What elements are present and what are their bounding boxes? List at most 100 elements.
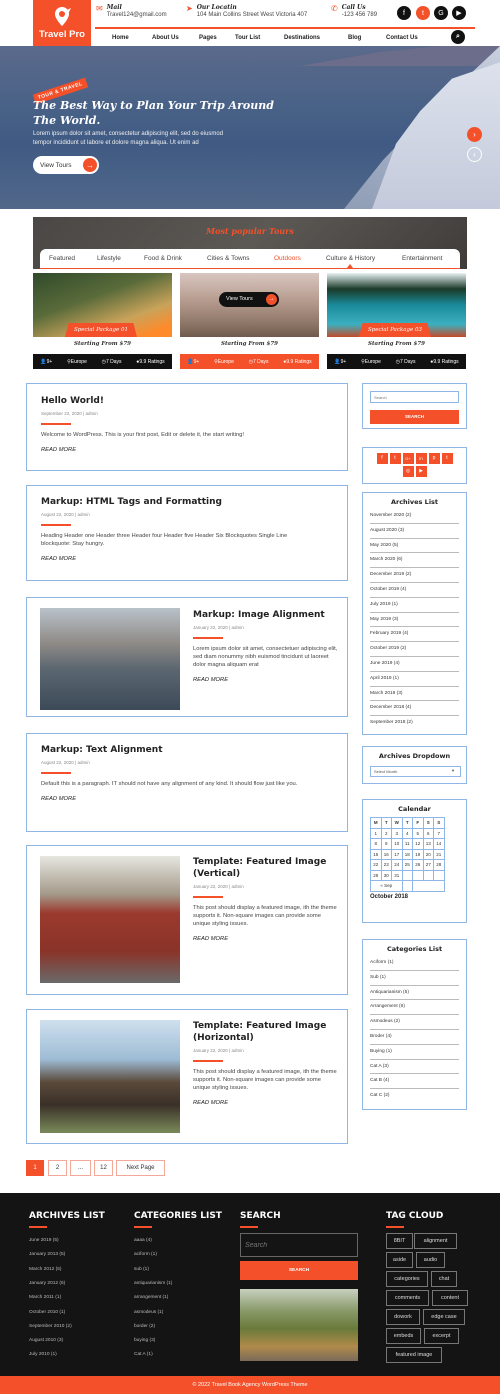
tag-item[interactable]: chat <box>431 1271 457 1287</box>
read-more-link[interactable]: READ MORE <box>41 447 336 453</box>
twitter-icon[interactable]: t <box>389 453 401 464</box>
footer-category-item[interactable]: border (2) <box>134 1324 155 1329</box>
tag-item[interactable]: aside <box>386 1252 413 1268</box>
archive-item[interactable]: August 2020 (3) <box>370 524 459 539</box>
tab-entertainment[interactable]: Entertainment <box>402 255 442 262</box>
footer-search-button[interactable]: SEARCH <box>240 1261 358 1280</box>
youtube-icon[interactable]: ▶ <box>452 6 466 20</box>
footer-category-item[interactable]: buying (3) <box>134 1338 155 1343</box>
archive-item[interactable]: April 2019 (1) <box>370 672 459 687</box>
category-item[interactable]: Sub (1) <box>370 971 459 986</box>
read-more-link[interactable]: READ MORE <box>41 556 311 562</box>
category-item[interactable]: Buying (1) <box>370 1045 459 1060</box>
category-item[interactable]: Aciform (1) <box>370 956 459 971</box>
month-select[interactable]: Select Month ▼ <box>370 766 461 777</box>
facebook-icon[interactable]: f <box>376 453 388 464</box>
calendar-prev-link[interactable]: « Sep <box>370 880 403 892</box>
footer-archive-item[interactable]: July 2010 (1) <box>29 1352 57 1357</box>
tab-featured[interactable]: Featured <box>49 255 75 262</box>
footer-search-input[interactable] <box>240 1233 358 1257</box>
call-value[interactable]: -123 456 789 <box>342 12 377 18</box>
archive-item[interactable]: March 2019 (3) <box>370 687 459 702</box>
read-more-link[interactable]: READ MORE <box>193 677 338 683</box>
page-1-button[interactable]: 1 <box>26 1160 44 1176</box>
footer-archive-item[interactable]: March 2012 (5) <box>29 1267 62 1272</box>
category-item[interactable]: Cat A (3) <box>370 1060 459 1075</box>
footer-category-item[interactable]: sub (1) <box>134 1267 149 1272</box>
category-item[interactable]: Broder (4) <box>370 1030 459 1045</box>
footer-archive-item[interactable]: October 2010 (1) <box>29 1310 65 1315</box>
card-view-tours-button[interactable]: View Tours → <box>219 292 279 307</box>
tag-item[interactable]: embeds <box>386 1328 421 1344</box>
footer-archive-item[interactable]: August 2010 (3) <box>29 1338 63 1343</box>
archive-item[interactable]: October 2019 (4) <box>370 583 459 598</box>
footer-category-item[interactable]: aciform (1) <box>134 1252 157 1257</box>
tag-item[interactable]: comments <box>386 1290 429 1306</box>
footer-category-item[interactable]: asmodeus (1) <box>134 1310 163 1315</box>
tag-item[interactable]: content <box>432 1290 468 1306</box>
linkedin-icon[interactable]: in <box>415 453 427 464</box>
footer-archive-item[interactable]: March 2011 (1) <box>29 1295 61 1300</box>
nav-home[interactable]: Home <box>112 35 129 41</box>
post-title[interactable]: Hello World! <box>41 395 336 407</box>
post-title[interactable]: Template: Featured Image (Horizontal) <box>193 1020 338 1044</box>
footer-category-item[interactable]: aaaa (4) <box>134 1238 152 1243</box>
category-item[interactable]: Asmodeus (2) <box>370 1015 459 1030</box>
tag-item[interactable]: featured image <box>386 1347 442 1363</box>
tour-card[interactable]: Special Package 01 Starting From $79 👤9+… <box>33 273 172 369</box>
category-item[interactable]: Antiquarianism (5) <box>370 986 459 1001</box>
tag-item[interactable]: alignment <box>414 1233 457 1249</box>
tour-card[interactable]: Special Package 03 Starting From $79 👤9+… <box>327 273 466 369</box>
category-item[interactable]: Cat B (4) <box>370 1074 459 1090</box>
sidebar-search-input[interactable] <box>370 391 459 403</box>
logo[interactable]: Travel Pro <box>33 0 91 46</box>
nav-destinations[interactable]: Destinations <box>284 35 320 41</box>
mail-value[interactable]: Travel124@gmail.com <box>107 12 167 18</box>
youtube-icon[interactable]: ▶ <box>415 466 427 477</box>
tab-food-drink[interactable]: Food & Drink <box>144 255 182 262</box>
archive-item[interactable]: September 2018 (2) <box>370 716 459 731</box>
tag-item[interactable]: 8BIT <box>386 1233 413 1249</box>
google-plus-icon[interactable]: G+ <box>402 453 414 464</box>
footer-archive-item[interactable]: January 2013 (5) <box>29 1252 65 1257</box>
tag-item[interactable]: categories <box>386 1271 428 1287</box>
tag-item[interactable]: excerpt <box>424 1328 459 1344</box>
sidebar-search-button[interactable]: SEARCH <box>370 410 459 424</box>
nav-blog[interactable]: Blog <box>348 35 361 41</box>
archive-item[interactable]: March 2020 (6) <box>370 553 459 569</box>
footer-category-item[interactable]: arrangement (1) <box>134 1295 168 1300</box>
tumblr-icon[interactable]: t <box>441 453 453 464</box>
archive-item[interactable]: May 2020 (5) <box>370 539 459 554</box>
post-title[interactable]: Markup: HTML Tags and Formatting <box>41 496 311 508</box>
page-2-button[interactable]: 2 <box>48 1160 67 1176</box>
tab-cities-towns[interactable]: Cities & Towns <box>207 255 250 262</box>
footer-archive-item[interactable]: June 2019 (5) <box>29 1238 59 1243</box>
instagram-icon[interactable]: ◎ <box>402 466 414 477</box>
archive-item[interactable]: June 2019 (4) <box>370 657 459 672</box>
slider-prev-button[interactable]: ‹ <box>467 147 482 162</box>
read-more-link[interactable]: READ MORE <box>193 936 338 942</box>
archive-item[interactable]: October 2019 (2) <box>370 642 459 657</box>
footer-archive-item[interactable]: January 2012 (6) <box>29 1281 65 1286</box>
post-title[interactable]: Template: Featured Image (Vertical) <box>193 856 338 880</box>
tab-culture-history[interactable]: Culture & History <box>326 255 375 262</box>
tab-lifestyle[interactable]: Lifestyle <box>97 255 121 262</box>
footer-category-item[interactable]: antiquarianism (1) <box>134 1281 172 1286</box>
archive-item[interactable]: December 2019 (2) <box>370 568 459 583</box>
category-item[interactable]: Cat C (2) <box>370 1089 459 1104</box>
archive-item[interactable]: February 2019 (4) <box>370 627 459 643</box>
page-12-button[interactable]: 12 <box>94 1160 113 1176</box>
facebook-icon[interactable]: f <box>397 6 411 20</box>
nav-pages[interactable]: Pages <box>199 35 217 41</box>
footer-category-item[interactable]: Cat A (1) <box>134 1352 153 1357</box>
tour-card[interactable]: View Tours → Starting From $79 👤9+ ⚲Europ… <box>180 273 319 369</box>
archive-item[interactable]: July 2019 (1) <box>370 598 459 613</box>
archive-item[interactable]: December 2018 (4) <box>370 701 459 717</box>
next-page-button[interactable]: Next Page <box>116 1160 165 1176</box>
slider-next-button[interactable]: › <box>467 127 482 142</box>
archive-item[interactable]: November 2020 (2) <box>370 509 459 524</box>
tag-item[interactable]: dowork <box>386 1309 420 1325</box>
tab-outdoors[interactable]: Outdoors <box>274 255 301 262</box>
nav-tour-list[interactable]: Tour List <box>235 35 260 41</box>
google-icon[interactable]: G <box>434 6 448 20</box>
